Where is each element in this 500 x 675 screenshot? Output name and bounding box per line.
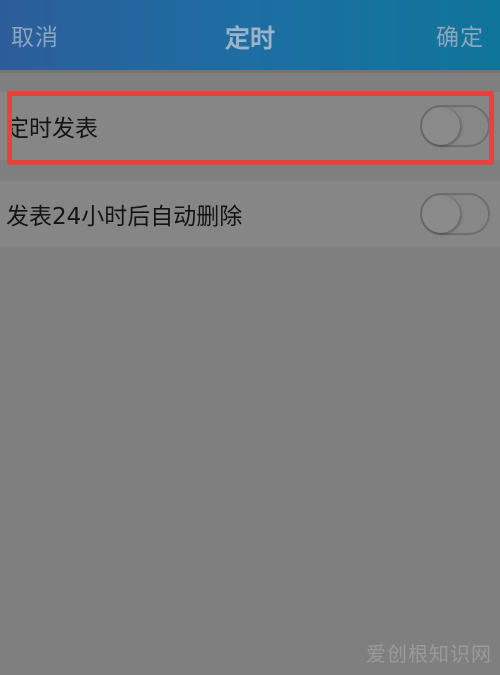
setting-label-scheduled-publish: 定时发表 (6, 116, 98, 142)
confirm-button[interactable]: 确定 (436, 18, 484, 52)
toggle-knob (422, 107, 460, 145)
watermark: 爱创根知识网 (366, 642, 492, 666)
toggle-knob (422, 195, 460, 233)
scheduled-publish-toggle[interactable] (420, 105, 490, 147)
nav-bar: 取消 定时 确定 (0, 0, 500, 70)
setting-label-auto-delete: 发表24小时后自动删除 (6, 204, 243, 230)
auto-delete-toggle[interactable] (420, 193, 490, 235)
setting-row-auto-delete: 发表24小时后自动删除 (0, 181, 500, 247)
page-title: 定时 (224, 24, 275, 53)
setting-row-scheduled-publish: 定时发表 (0, 92, 500, 160)
nav-bar-divider (0, 70, 500, 73)
